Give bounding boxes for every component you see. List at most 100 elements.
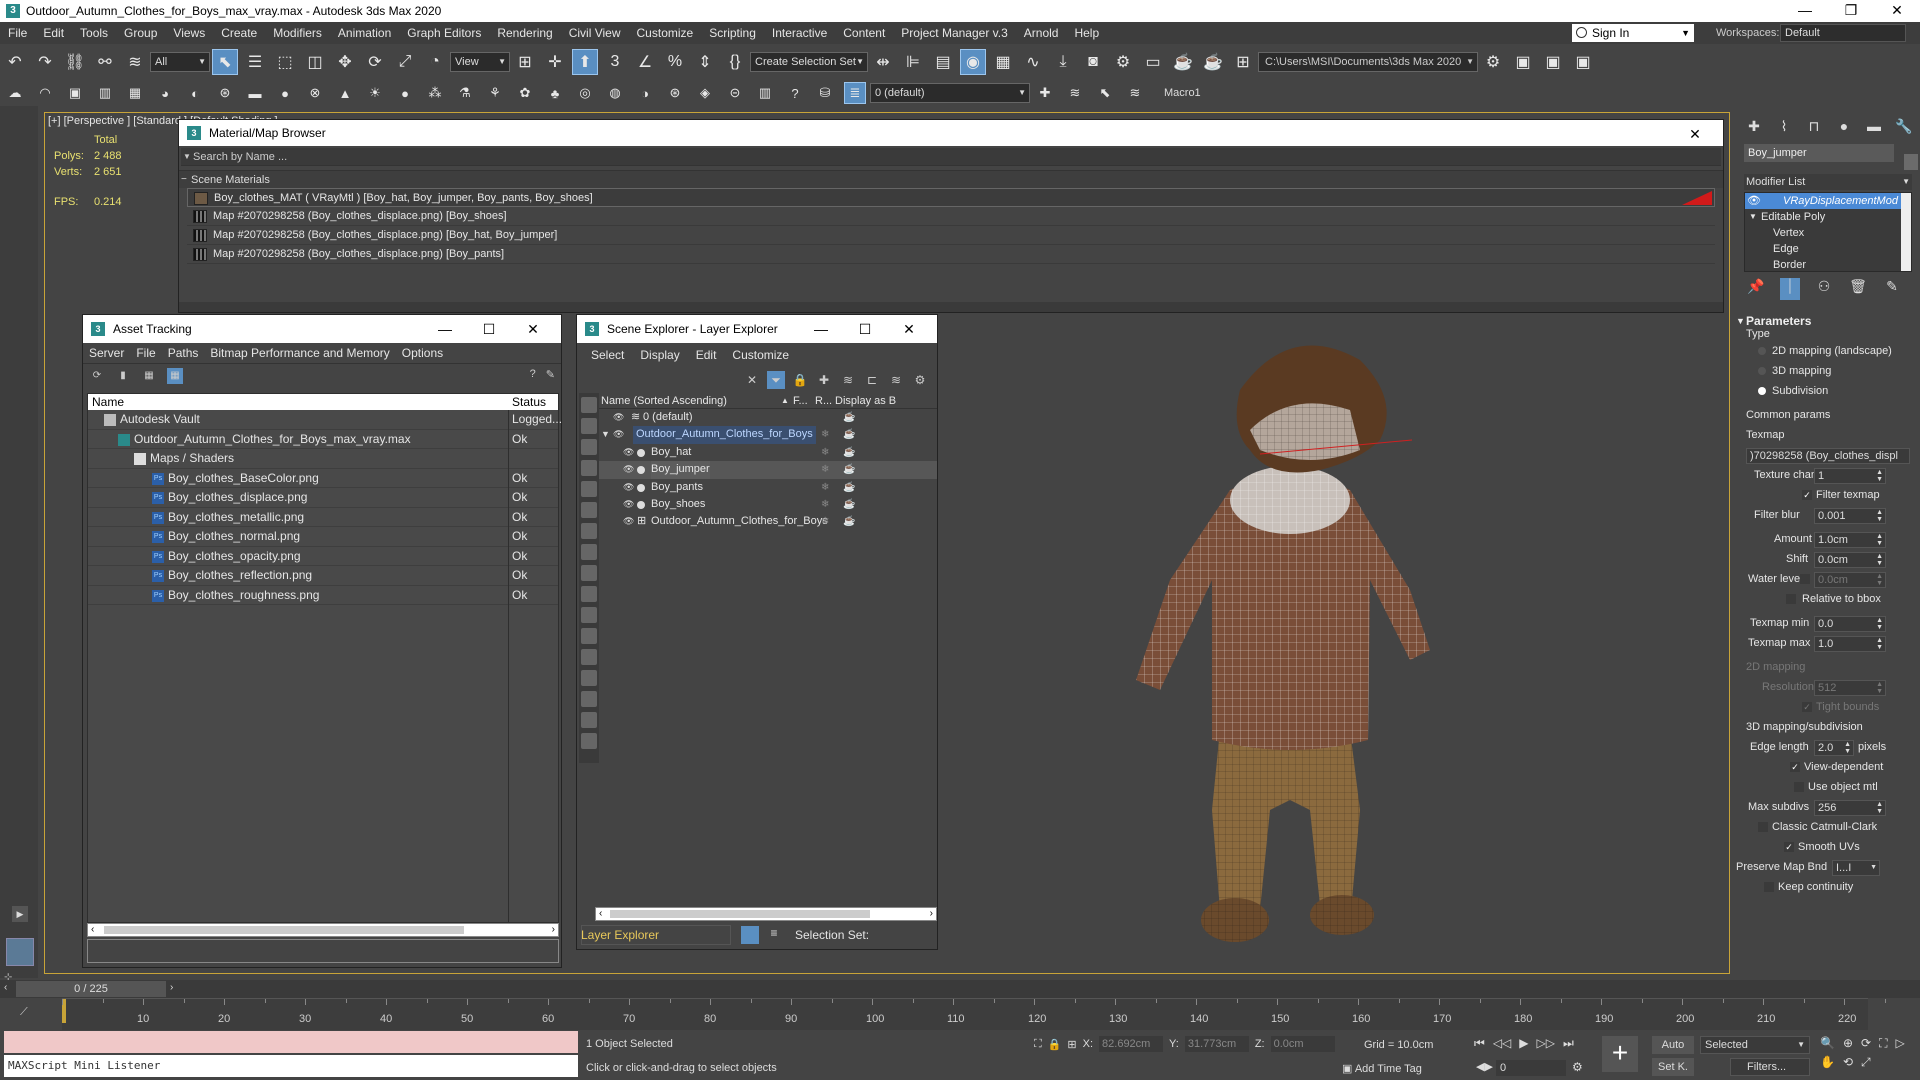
zoom-icon[interactable]: 🔍 [1820, 1036, 1835, 1051]
table-row[interactable]: Outdoor_Autumn_Clothes_for_Boys_max_vray… [88, 430, 558, 449]
selection-lock-icon[interactable]: 🔒 [1048, 1038, 1062, 1051]
resolution-spinner[interactable]: 512 ▲ ▼ [1814, 680, 1886, 696]
show-end-result-icon[interactable]: ⏐ [1780, 278, 1800, 300]
z-coordinate-field[interactable]: 0.0cm [1270, 1036, 1335, 1052]
visibility-eye-icon[interactable]: 👁 [613, 409, 624, 426]
menu-project-manager[interactable]: Project Manager v.3 [893, 26, 1016, 40]
menu-scripting[interactable]: Scripting [701, 26, 764, 40]
material-editor-icon[interactable]: ◙ [1080, 49, 1106, 75]
vray-lister-icon[interactable]: ▥ [754, 82, 776, 104]
layer-options-icon[interactable]: ⚙ [911, 371, 929, 389]
scroll-left-icon[interactable]: ‹ [599, 908, 602, 919]
collapse-icon[interactable]: − [181, 171, 187, 189]
layer-manager-icon[interactable]: ≣ [844, 82, 866, 104]
render-teapot-icon[interactable]: ☕ [843, 426, 855, 443]
edit-named-selection-icon[interactable]: {} [722, 49, 748, 75]
pivot-center-icon[interactable]: ⊞ [512, 49, 538, 75]
spinner-arrows-icon[interactable]: ▲ ▼ [1876, 533, 1883, 547]
lock-icon[interactable]: 🔒 [791, 371, 809, 389]
texmap-min-spinner[interactable]: 0.0 ▲ ▼ [1814, 616, 1886, 632]
view-dependent-checkbox[interactable]: ✓ View-dependent [1736, 758, 1920, 778]
freeze-icon[interactable]: ❄ [821, 444, 829, 461]
filter-bones-icon[interactable] [581, 565, 597, 581]
modifier-sub-object[interactable]: Border [1745, 257, 1911, 273]
time-slider[interactable]: ‹ 0 / 225 › [0, 980, 1920, 998]
vray-clipper-icon[interactable]: ✿ [514, 82, 536, 104]
collapse-icon[interactable]: ▼ [183, 148, 191, 166]
set-key-button[interactable]: Set K. [1652, 1058, 1694, 1076]
render-teapot-icon[interactable]: ☕ [843, 513, 855, 530]
modifier-sub-object[interactable]: Edge [1745, 241, 1911, 257]
pin-stack-icon[interactable]: 📌 [1746, 278, 1766, 300]
pin-icon[interactable]: ✎ [546, 368, 555, 381]
freeze-icon[interactable]: ❄ [821, 461, 829, 478]
scroll-left-icon[interactable]: ‹ [91, 924, 94, 935]
minimize-button[interactable]: — [1782, 0, 1828, 22]
name-column-header[interactable]: Name (Sorted Ascending) [601, 393, 727, 409]
table-row[interactable]: Ps Boy_clothes_metallic.png Ok [88, 508, 558, 527]
vray-mesh-export-icon[interactable]: ▥ [94, 82, 116, 104]
filter-none-icon[interactable] [581, 670, 597, 686]
asset-menu-paths[interactable]: Paths [162, 346, 205, 360]
clear-icon[interactable]: ✕ [743, 371, 761, 389]
scroll-thumb[interactable] [610, 910, 870, 918]
scene-menu-select[interactable]: Select [583, 348, 632, 362]
vray-layer-icon[interactable]: ⛁ [814, 82, 836, 104]
spinner-arrows-icon[interactable]: ▲ ▼ [1876, 637, 1883, 651]
display-column-header[interactable]: Display as B [835, 393, 896, 409]
object-row[interactable]: 👁 Boy_pants ❄ ☕ [599, 479, 937, 496]
use-object-mtl-checkbox[interactable]: Use object mtl [1736, 778, 1920, 798]
modify-tab-icon[interactable]: ⌇ [1774, 118, 1794, 135]
freeze-icon[interactable]: ❄ [821, 479, 829, 496]
absolute-mode-icon[interactable]: ⊞ [1067, 1038, 1076, 1051]
schematic-view-icon[interactable]: ⤓ [1050, 49, 1076, 75]
filter-xrefs-icon[interactable] [581, 544, 597, 560]
menu-interactive[interactable]: Interactive [764, 26, 835, 40]
vray-fog-icon[interactable]: ◑ [634, 82, 656, 104]
zoom-all-icon[interactable]: ⊕ [1843, 1036, 1853, 1051]
render-iterative-icon[interactable]: ☕ [1200, 49, 1226, 75]
type-2d-mapping-radio[interactable]: 2D mapping (landscape) [1736, 342, 1920, 362]
maximize-button[interactable]: ☐ [843, 315, 887, 343]
menu-help[interactable]: Help [1066, 26, 1107, 40]
isolate-selection-icon[interactable]: ⛶ [1034, 1038, 1042, 1051]
render-column-header[interactable]: R... [815, 393, 832, 409]
filter-geometry-icon[interactable] [581, 397, 597, 413]
keyboard-shortcut-override-icon[interactable]: ⬆ [572, 49, 598, 75]
snaps-toggle-icon[interactable]: 3 [602, 49, 628, 75]
menu-modifiers[interactable]: Modifiers [265, 26, 330, 40]
vray-decal-icon[interactable]: ⚘ [484, 82, 506, 104]
scale-icon[interactable]: ⤢ [392, 49, 418, 75]
orbit-icon[interactable]: ⟳ [1861, 1036, 1871, 1051]
filter-blur-spinner[interactable]: 0.001 ▲ ▼ [1814, 508, 1886, 524]
go-to-end-icon[interactable]: ⏭ [1563, 1036, 1574, 1051]
modifier-list-dropdown[interactable]: Modifier List ▼ [1744, 174, 1912, 190]
expand-arrow-icon[interactable]: ▼ [601, 426, 610, 443]
layers-icon[interactable]: ≋ [839, 371, 857, 389]
refresh-icon[interactable]: ⟳ [89, 368, 105, 384]
toggle-scene-explorer-icon[interactable]: ▤ [930, 49, 956, 75]
vray-displacement-icon[interactable]: ⚗ [454, 82, 476, 104]
hierarchy-icon[interactable]: ⊏ [863, 371, 881, 389]
spinner-arrows-icon[interactable]: ▲ ▼ [1876, 469, 1883, 483]
menu-graph-editors[interactable]: Graph Editors [399, 26, 489, 40]
table-row[interactable]: Autodesk Vault Logged... [88, 410, 562, 430]
undo-icon[interactable]: ↶ [2, 49, 28, 75]
table-row[interactable]: Maps / Shaders [88, 449, 558, 469]
edge-length-spinner[interactable]: 2.0 ▲ ▼ [1814, 740, 1854, 756]
rendered-frame-window-icon[interactable]: ▭ [1140, 49, 1166, 75]
maximize-button[interactable]: ❐ [1828, 0, 1874, 22]
move-icon[interactable]: ✥ [332, 49, 358, 75]
scroll-right-icon[interactable]: › [552, 924, 555, 935]
vray-cloud-icon[interactable]: ⊝ [724, 82, 746, 104]
vray-sphere-icon[interactable]: ⊛ [214, 82, 236, 104]
freeze-icon[interactable]: ❄ [821, 426, 829, 443]
link-icon[interactable]: ⛓ [62, 49, 88, 75]
name-column-header[interactable]: Name [92, 394, 124, 410]
type-subdivision-radio[interactable]: Subdivision [1736, 382, 1920, 402]
menu-content[interactable]: Content [835, 26, 893, 40]
selection-set-icon[interactable]: ≡ [765, 926, 783, 944]
material-row[interactable]: Boy_clothes_MAT ( VRayMtl ) [Boy_hat, Bo… [187, 188, 1715, 207]
layer-stack-icon[interactable]: ≋ [887, 371, 905, 389]
modifier-stack-item[interactable]: ▼ Editable Poly [1745, 209, 1911, 225]
